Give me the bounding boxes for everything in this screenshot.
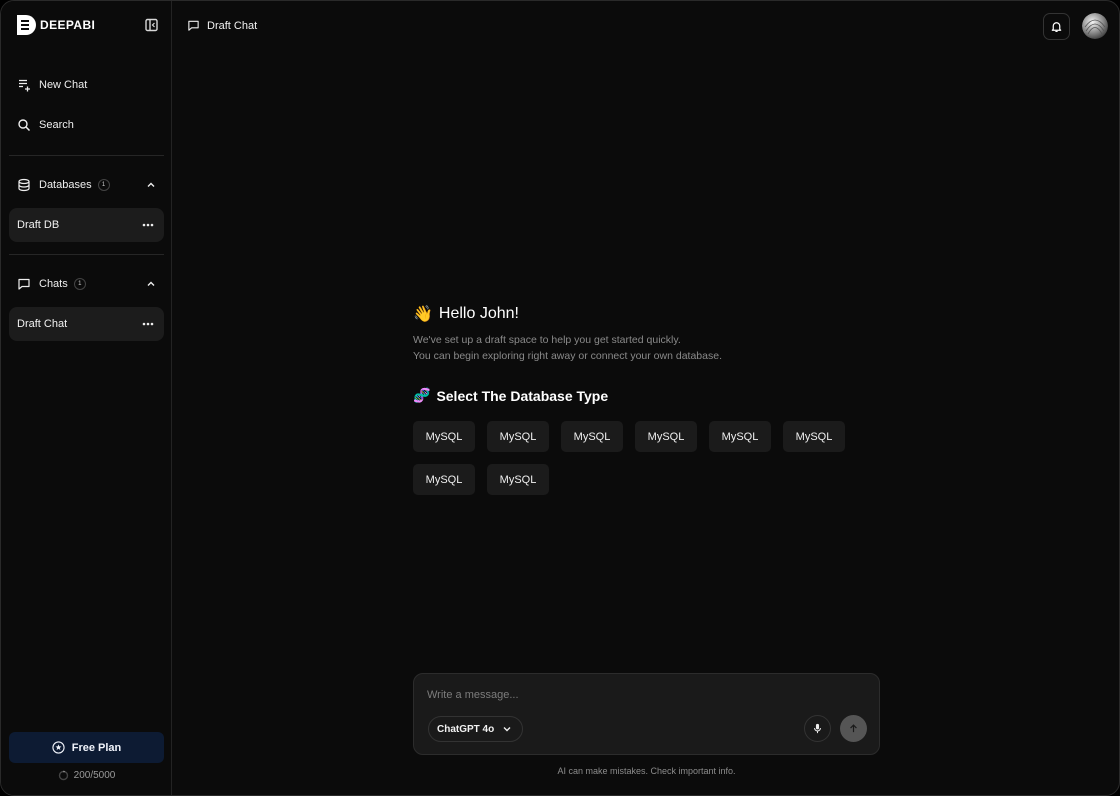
chat-title: Draft Chat: [187, 19, 257, 32]
greeting-text: Hello John!: [438, 305, 519, 322]
bell-icon: [1051, 22, 1062, 33]
chat-item-label: Draft Chat: [17, 318, 68, 330]
model-selector[interactable]: ChatGPT 4o: [428, 716, 524, 742]
free-plan-label: Free Plan: [71, 741, 122, 754]
database-type-option[interactable]: MySQL: [561, 421, 623, 452]
database-type-option[interactable]: MySQL: [487, 421, 549, 452]
dna-emoji: 🧬: [413, 387, 431, 403]
database-type-option[interactable]: MySQL: [635, 421, 697, 452]
model-selector-label: ChatGPT 4o: [437, 723, 495, 735]
welcome-subtext-line: You can begin exploring right away or co…: [413, 350, 722, 362]
brand-logo[interactable]: DEEPABI: [15, 14, 95, 36]
databases-count-badge: 1: [97, 179, 110, 191]
more-options-icon[interactable]: [141, 218, 155, 232]
message-input[interactable]: [427, 687, 867, 703]
search-button[interactable]: Search: [9, 109, 164, 141]
databases-section-header[interactable]: Databases 1: [9, 171, 164, 199]
search-label: Search: [39, 119, 74, 131]
arrow-up-icon: [850, 724, 857, 733]
database-item-draft-db[interactable]: Draft DB: [9, 208, 164, 242]
chat-title-text: Draft Chat: [207, 19, 258, 32]
usage-progress-ring-icon: [58, 770, 68, 781]
database-item-label: Draft DB: [17, 219, 60, 231]
sidebar-divider: [9, 155, 164, 156]
free-plan-button[interactable]: Free Plan: [9, 732, 164, 763]
brand-name: DEEPABI: [40, 18, 96, 32]
search-icon: [18, 119, 31, 132]
sidebar-divider: [9, 254, 164, 255]
greeting-heading: 👋 Hello John!: [413, 304, 519, 324]
database-type-heading: 🧬 Select The Database Type: [413, 387, 608, 404]
more-options-icon[interactable]: [141, 317, 155, 331]
microphone-icon: [814, 723, 821, 734]
welcome-subtext: We've set up a draft space to help you g…: [413, 332, 722, 364]
chats-label: Chats: [39, 278, 68, 290]
notifications-button[interactable]: [1043, 13, 1070, 40]
chat-bubble-icon: [188, 20, 199, 31]
database-type-option[interactable]: MySQL: [709, 421, 771, 452]
database-type-option[interactable]: MySQL: [783, 421, 845, 452]
usage-indicator: 200/5000: [1, 770, 172, 781]
ai-disclaimer: AI can make mistakes. Check important in…: [557, 766, 736, 776]
new-chat-button[interactable]: New Chat: [9, 69, 164, 101]
waving-hand-emoji: 👋: [413, 306, 433, 323]
database-icon: [18, 178, 30, 192]
collapse-sidebar-icon[interactable]: [144, 17, 160, 33]
chevron-up-icon[interactable]: [146, 279, 156, 289]
database-type-option[interactable]: MySQL: [487, 464, 549, 495]
chevron-down-icon: [503, 727, 511, 732]
chevron-up-icon[interactable]: [146, 180, 156, 190]
new-chat-icon: [19, 79, 30, 92]
microphone-button[interactable]: [804, 715, 831, 742]
database-type-option[interactable]: MySQL: [413, 464, 475, 495]
chat-bubble-icon: [18, 278, 30, 290]
sidebar: DEEPABI New Chat Search Databases 1 Draf…: [1, 1, 172, 795]
database-type-option[interactable]: MySQL: [413, 421, 475, 452]
chats-count-badge: 1: [73, 278, 86, 290]
chats-section-header[interactable]: Chats 1: [9, 270, 164, 298]
deepabi-logo-icon: [17, 15, 36, 35]
new-chat-label: New Chat: [39, 79, 88, 91]
chat-item-draft-chat[interactable]: Draft Chat: [9, 307, 164, 341]
databases-label: Databases: [39, 179, 92, 191]
welcome-subtext-line: We've set up a draft space to help you g…: [413, 334, 681, 346]
avatar-image: [1082, 13, 1108, 39]
message-composer: ChatGPT 4o: [413, 673, 880, 755]
database-type-heading-text: Select The Database Type: [436, 387, 609, 404]
send-button[interactable]: [840, 715, 867, 742]
app-window: DEEPABI New Chat Search Databases 1 Draf…: [0, 0, 1120, 796]
user-avatar[interactable]: [1082, 13, 1108, 39]
star-badge-icon: [52, 741, 65, 754]
usage-text: 200/5000: [73, 770, 116, 781]
